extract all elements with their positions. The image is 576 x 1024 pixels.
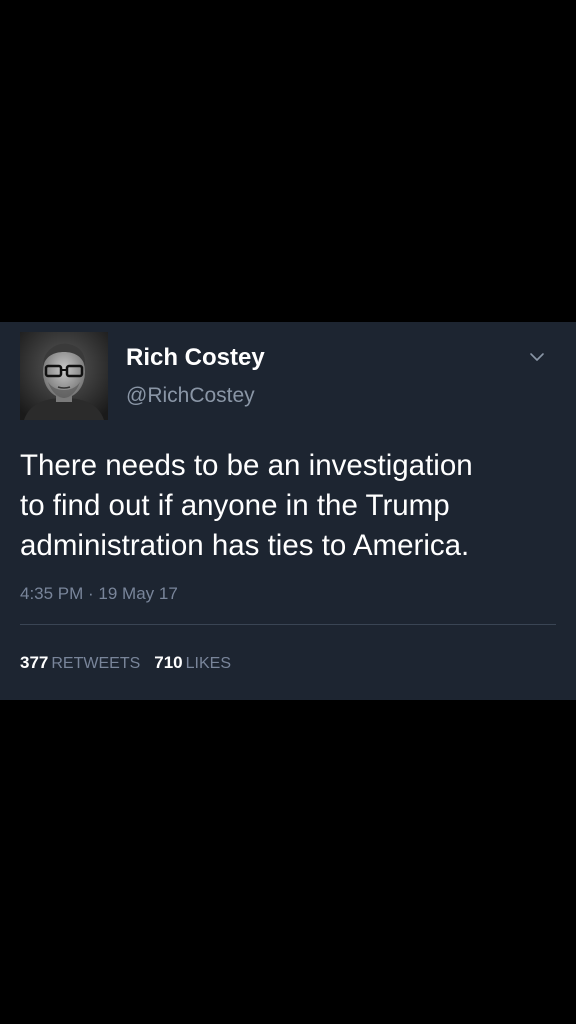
retweets-label: RETWEETS (51, 655, 141, 672)
user-handle[interactable]: @RichCostey (126, 384, 255, 408)
retweets-stat[interactable]: 377 RETWEETS (20, 653, 140, 673)
tweet-text-line: There needs to be an investigation (20, 449, 473, 482)
divider (20, 624, 556, 625)
tweet-text-line: to find out if anyone in the Trump (20, 489, 450, 522)
tweet-text-line: administration has ties to America. (20, 529, 470, 562)
likes-label: LIKES (185, 655, 231, 672)
tweet-card: Rich Costey @RichCostey There needs to b… (0, 322, 576, 700)
profile-photo-icon (20, 332, 108, 420)
chevron-down-icon[interactable] (524, 346, 550, 368)
avatar[interactable] (20, 332, 108, 420)
tweet-timestamp[interactable]: 4:35 PM · 19 May 17 (20, 584, 178, 604)
tweet-stats: 377 RETWEETS 710 LIKES (20, 653, 231, 673)
likes-count: 710 (154, 653, 183, 672)
retweets-count: 377 (20, 653, 49, 672)
tweet-text: There needs to be an investigation to fi… (20, 446, 565, 566)
display-name[interactable]: Rich Costey (126, 344, 265, 372)
likes-stat[interactable]: 710 LIKES (154, 653, 231, 673)
